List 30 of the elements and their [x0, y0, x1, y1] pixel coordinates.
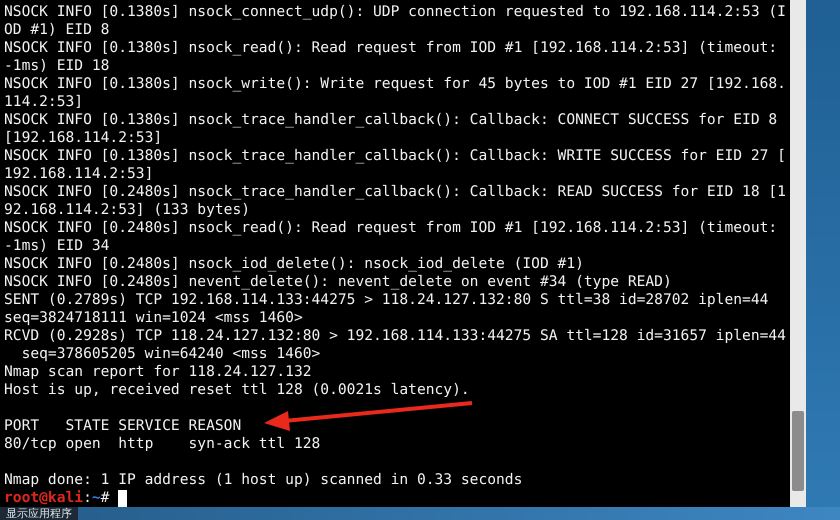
- terminal-line: SENT (0.2789s) TCP 192.168.114.133:44275 > 118.24.127.132:80 S ttl=38 id=28702 iplen=44: [4, 291, 770, 309]
- terminal-line: [192.168.114.2:53]: [4, 129, 164, 147]
- terminal-line: NSOCK INFO [0.2480s] nevent_delete(): nevent_delete on event #34 (type READ): [4, 273, 673, 291]
- terminal-line: PORT STATE SERVICE REASON: [4, 417, 242, 435]
- terminal-line: OD #1) EID 8: [4, 21, 110, 39]
- scrollbar[interactable]: [790, 0, 806, 507]
- terminal-line: Host is up, received reset ttl 128 (0.0021s latency).: [4, 381, 471, 399]
- terminal-line: NSOCK INFO [0.1380s] nsock_trace_handler_callback(): Callback: CONNECT SUCCESS for EID 8: [4, 111, 778, 129]
- terminal-line: seq=378605205 win=64240 <mss 1460>: [20, 345, 322, 363]
- terminal-line: RCVD (0.2928s) TCP 118.24.127.132:80 > 192.168.114.133:44275 SA ttl=128 id=31657 iplen=44: [4, 327, 787, 345]
- terminal-line: NSOCK INFO [0.2480s] nsock_iod_delete(): nsock_iod_delete (IOD #1): [4, 255, 585, 273]
- text-cursor: [118, 490, 128, 506]
- terminal-line: -1ms) EID 18: [4, 57, 110, 75]
- terminal-line: 92.168.114.2:53] (133 bytes): [4, 201, 252, 219]
- terminal-line: seq=3824718111 win=1024 <mss 1460>: [4, 309, 304, 327]
- show-applications-button[interactable]: 显示应用程序: [0, 507, 78, 520]
- terminal-line: NSOCK INFO [0.2480s] nsock_read(): Read request from IOD #1 [192.168.114.2:53] (timeout:: [4, 219, 778, 237]
- terminal-line: -1ms) EID 34: [4, 237, 110, 255]
- terminal-line: Nmap done: 1 IP address (1 host up) scanned in 0.33 seconds: [4, 471, 524, 489]
- terminal-line: 192.168.114.2:53]: [4, 165, 154, 183]
- terminal-line: NSOCK INFO [0.1380s] nsock_read(): Read request from IOD #1 [192.168.114.2:53] (timeout:: [4, 39, 778, 57]
- shell-prompt: root@kali:~#: [4, 489, 110, 507]
- terminal-line: NSOCK INFO [0.1380s] nsock_trace_handler_callback(): Callback: WRITE SUCCESS for EID 27 [: [4, 147, 787, 165]
- terminal-line: 114.2:53]: [4, 93, 84, 111]
- terminal-line: NSOCK INFO [0.1380s] nsock_connect_udp(): UDP connection requested to 192.168.114.2:53 (I: [4, 3, 787, 21]
- terminal-line: NSOCK INFO [0.2480s] nsock_trace_handler_callback(): Callback: READ SUCCESS for EID 18 [1: [4, 183, 787, 201]
- terminal-line: NSOCK INFO [0.1380s] nsock_write(): Write request for 45 bytes to IOD #1 EID 27 [192.168.: [4, 75, 787, 93]
- terminal-line: 80/tcp open http syn-ack ttl 128: [4, 435, 322, 453]
- scrollbar-thumb[interactable]: [792, 411, 804, 491]
- terminal-line: Nmap scan report for 118.24.127.132: [4, 363, 313, 381]
